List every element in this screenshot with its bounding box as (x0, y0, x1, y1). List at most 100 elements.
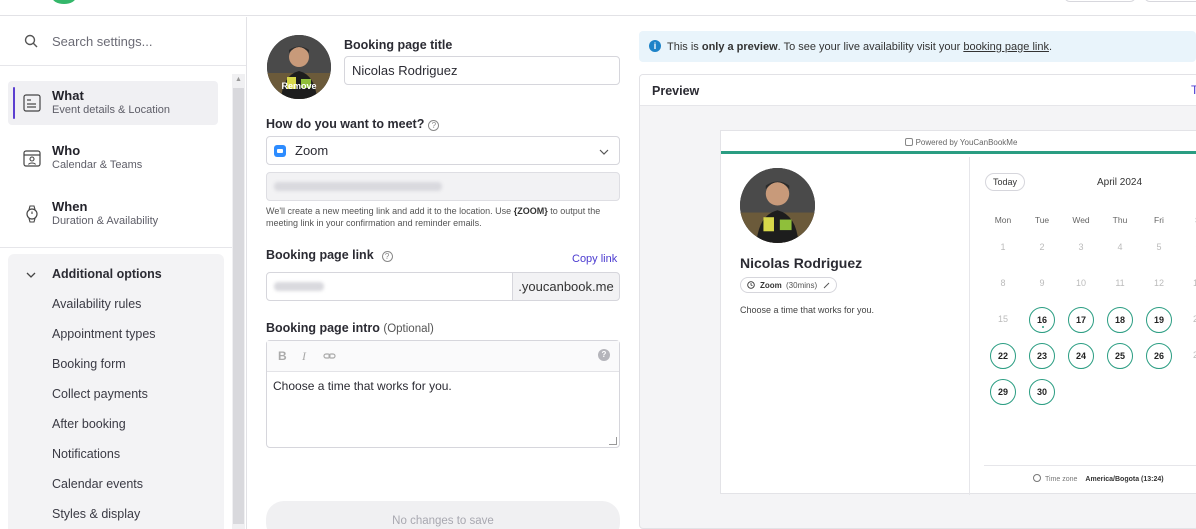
option-collect-payments[interactable]: Collect payments (52, 387, 148, 401)
weekday-label: Thu (1112, 215, 1128, 225)
available-day[interactable]: 25 (1107, 343, 1133, 369)
additional-options-panel: Additional options Availability rules Ap… (8, 254, 224, 529)
ycbm-logo-icon (904, 138, 913, 146)
save-button[interactable]: No changes to save (266, 501, 620, 529)
help-icon[interactable]: ? (428, 120, 440, 131)
nav-subtitle: Duration & Availability (52, 215, 159, 227)
preview-title: Preview (652, 84, 700, 98)
weekday-label: Tue (1034, 215, 1050, 225)
available-day[interactable]: 30 (1029, 379, 1055, 405)
today-button[interactable]: Today (985, 173, 1025, 191)
banner-prefix: This is (667, 40, 699, 53)
preview-info-banner: i This is only a preview. To see your li… (639, 31, 1196, 62)
top-bar (0, 0, 1196, 16)
nav-item-when[interactable]: When Duration & Availability (8, 192, 218, 236)
banner-end: . (1048, 40, 1053, 53)
available-day[interactable]: 17 (1068, 307, 1094, 333)
booking-title-label: Booking page title (344, 38, 453, 52)
booking-intro-label-text: Booking page intro (266, 321, 380, 335)
blurred-subdomain (274, 282, 324, 291)
option-appointment-types[interactable]: Appointment types (52, 327, 156, 341)
weekday-label: Fri (1154, 215, 1164, 225)
unavailable-day: 9 (1039, 278, 1045, 288)
booking-link-label-text: Booking page link (266, 248, 374, 262)
search-input[interactable] (52, 33, 222, 49)
info-icon: i (649, 40, 661, 52)
optional-tag: (Optional) (383, 323, 434, 335)
document-icon (23, 94, 41, 112)
available-day[interactable]: 19 (1146, 307, 1172, 333)
nav-item-who[interactable]: Who Calendar & Teams (8, 136, 218, 180)
nav-item-what[interactable]: What Event details & Location (8, 81, 218, 125)
meet-method-select[interactable]: Zoom (266, 136, 620, 165)
unavailable-day: 10 (1075, 278, 1086, 288)
option-booking-form[interactable]: Booking form (52, 357, 126, 371)
top-action-button[interactable] (1064, 0, 1136, 2)
location-chip: Zoom (30mins) (740, 277, 838, 293)
app-logo-icon[interactable] (52, 0, 76, 4)
edit-icon[interactable] (823, 282, 830, 289)
zoom-icon (274, 144, 286, 157)
unavailable-day: 5 (1156, 242, 1162, 252)
available-day[interactable]: 24 (1068, 343, 1094, 369)
remove-photo-button[interactable]: Remove (267, 81, 331, 91)
event-details-form: Remove Booking page title Nicolas Rodrig… (248, 17, 636, 529)
unavailable-day: 6 (1185, 235, 1196, 261)
copy-link-button[interactable]: Copy link (572, 253, 617, 265)
search-bar (0, 17, 246, 66)
booking-intro-text[interactable]: Choose a time that works for you. (273, 379, 452, 393)
preview-avatar-image (740, 168, 815, 243)
option-styles-display[interactable]: Styles & display (52, 507, 140, 521)
preview-tab-partial[interactable]: T (1191, 83, 1196, 97)
available-day[interactable]: 16 (1029, 307, 1055, 333)
help-icon[interactable]: ? (381, 251, 393, 262)
blurred-email (274, 182, 442, 191)
booking-intro-editor[interactable]: B I ? Choose a time that works for you. (266, 340, 620, 448)
duration-text: (30mins) (786, 280, 818, 290)
timezone-divider (984, 465, 1196, 466)
available-day[interactable]: 29 (990, 379, 1016, 405)
timezone-row[interactable]: Time zone America/Bogota (13:24) (1033, 474, 1164, 483)
bold-icon[interactable]: B (278, 349, 287, 363)
link-icon[interactable] (323, 351, 336, 361)
unavailable-day: 27 (1185, 343, 1196, 369)
zoom-hint-text: We'll create a new meeting link and add … (266, 205, 616, 229)
booking-title-input[interactable]: Nicolas Rodriguez (344, 56, 620, 85)
calendar-divider (969, 157, 970, 495)
italic-icon[interactable]: I (302, 349, 306, 364)
booking-link-input[interactable] (266, 272, 513, 301)
top-action-button-2[interactable] (1144, 0, 1196, 2)
available-day[interactable]: 26 (1146, 343, 1172, 369)
unavailable-day: 2 (1039, 242, 1045, 252)
powered-by-text: Powered by YouCanBookMe (915, 138, 1018, 147)
option-notifications[interactable]: Notifications (52, 447, 120, 461)
available-day[interactable]: 18 (1107, 307, 1133, 333)
weekday-label: Mon (994, 215, 1012, 225)
unavailable-day: 11 (1115, 278, 1125, 288)
sidebar-divider (0, 247, 232, 248)
option-after-booking[interactable]: After booking (52, 417, 126, 431)
live-booking-link[interactable]: booking page link (963, 41, 1049, 53)
search-icon (24, 34, 38, 48)
preview-name: Nicolas Rodriguez (740, 255, 863, 271)
editor-toolbar: B I ? (267, 341, 619, 372)
preview-frame: Preview T Powered by YouCanBookMe Nicola… (639, 74, 1196, 529)
nav-subtitle: Calendar & Teams (52, 159, 143, 171)
sidebar-scroll-thumb[interactable] (233, 88, 244, 524)
booking-link-suffix: .youcanbook.me (512, 272, 620, 301)
option-availability-rules[interactable]: Availability rules (52, 297, 141, 311)
unavailable-day: 4 (1117, 242, 1123, 252)
option-calendar-events[interactable]: Calendar events (52, 477, 143, 491)
scroll-up-icon[interactable]: ▲ (235, 76, 242, 83)
available-day[interactable]: 22 (990, 343, 1016, 369)
powered-by-bar: Powered by YouCanBookMe (721, 131, 1196, 154)
resize-handle-icon[interactable] (609, 437, 617, 445)
available-day[interactable]: 23 (1029, 343, 1055, 369)
unavailable-day: 3 (1078, 242, 1084, 252)
editor-help-icon[interactable]: ? (598, 349, 610, 361)
location-name: Zoom (760, 280, 782, 290)
nav-title: Who (52, 143, 81, 158)
booking-title-value: Nicolas Rodriguez (352, 63, 458, 78)
additional-options-toggle[interactable]: Additional options (8, 264, 224, 286)
booking-page-card: Powered by YouCanBookMe Nicolas Rodrigue… (720, 130, 1196, 495)
